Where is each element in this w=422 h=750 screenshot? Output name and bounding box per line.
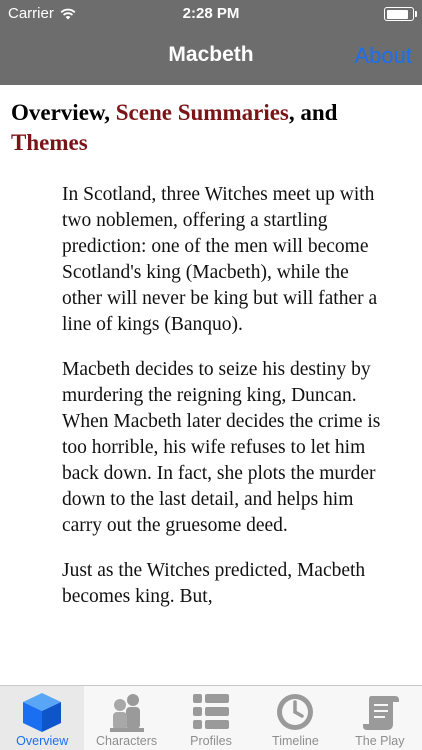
list-icon [193,694,230,729]
cube-icon [23,693,62,732]
tab-timeline[interactable]: Timeline [253,686,337,750]
overview-text: In Scotland, three Witches meet up with … [62,182,384,610]
scene-summaries-link[interactable]: Scene Summaries [116,100,289,125]
paragraph: In Scotland, three Witches meet up with … [62,184,378,335]
status-time: 2:28 PM [182,5,240,22]
overview-heading: Overview, Scene Summaries, and Themes [11,98,412,158]
paragraph: Just as the Witches predicted, Macbeth b… [62,560,366,607]
themes-link[interactable]: Themes [11,130,88,155]
about-button[interactable]: About [355,43,413,69]
tab-the-play[interactable]: The Play [338,686,422,750]
clock-icon [277,694,314,730]
tab-label: Profiles [190,734,232,748]
scroll-icon [362,696,399,730]
battery-fill [386,9,409,19]
content-area[interactable]: Overview, Scene Summaries, and Themes In… [0,85,422,685]
battery-icon [384,7,417,21]
people-icon [109,694,144,732]
heading-text-1: Overview, [11,100,116,125]
tab-profiles[interactable]: Profiles [169,686,253,750]
nav-bar: Macbeth About [0,28,422,85]
tab-overview[interactable]: Overview [0,686,85,750]
tab-label: Timeline [272,734,319,748]
tab-label: Characters [96,734,158,748]
tab-characters[interactable]: Characters [84,686,168,750]
tab-label: Overview [16,734,69,748]
status-bar: Carrier 2:28 PM [0,0,422,28]
heading-text-2: , and [288,100,338,125]
status-right [384,7,417,21]
paragraph: Macbeth decides to seize his destiny by … [62,359,381,536]
tab-label: The Play [355,734,405,748]
tab-bar: Overview Characters Profiles Timeline Th… [0,685,422,750]
